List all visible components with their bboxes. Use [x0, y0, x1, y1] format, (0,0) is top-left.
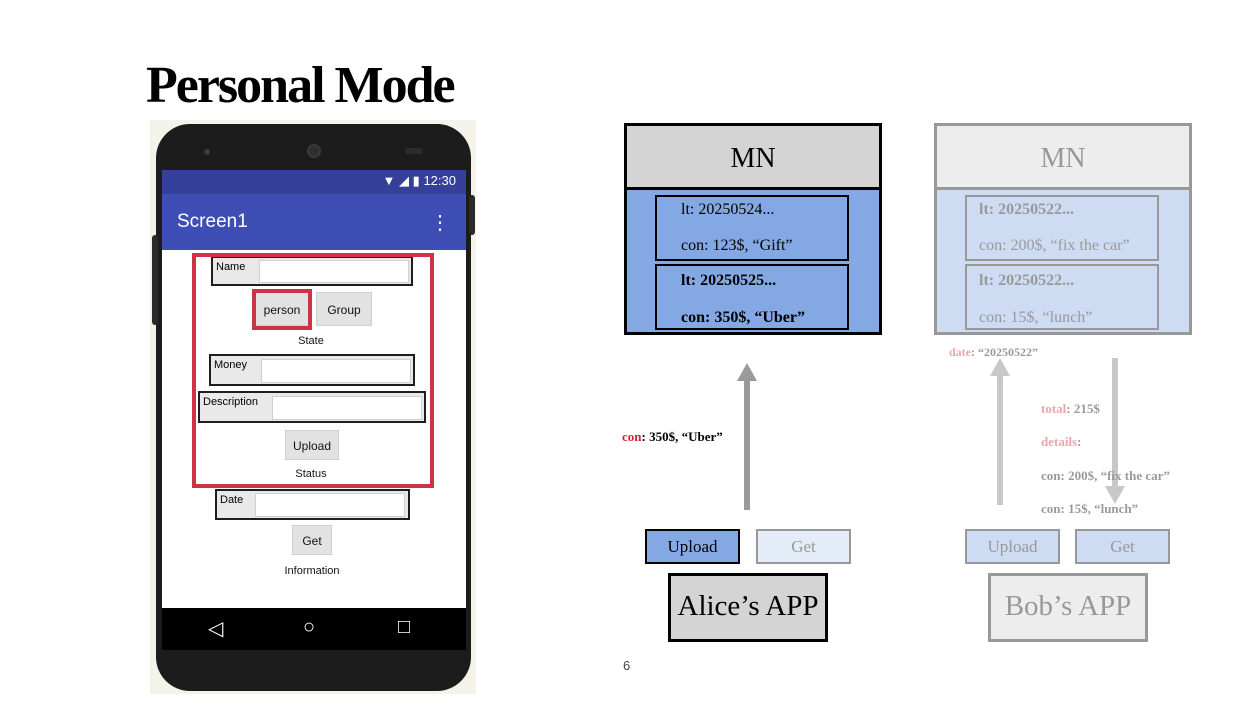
- bob-get-arrow: [1112, 358, 1118, 486]
- bob-total-key: total: [1041, 401, 1067, 416]
- bob-date-value: : “20250522”: [971, 345, 1038, 359]
- bob-details-value: :: [1077, 434, 1082, 449]
- bob-mn-header: MN: [934, 123, 1192, 190]
- bob-detail-line-2: con: 15$, “lunch”: [1041, 501, 1139, 516]
- bob-date-label: date: “20250522”: [949, 345, 1038, 360]
- bob-ledger-entry-1: lt: 20250522... con: 200$, “fix the car”: [965, 195, 1159, 261]
- bob-panel: MN lt: 20250522... con: 200$, “fix the c…: [0, 0, 1250, 706]
- bob-ledger-entry-2: lt: 20250522... con: 15$, “lunch”: [965, 264, 1159, 330]
- bob-get-button[interactable]: Get: [1075, 529, 1170, 564]
- bob-upload-arrow-head: [990, 358, 1010, 376]
- bob-details-key: details: [1041, 434, 1078, 449]
- bob-entry-2-lt: lt: 20250522...: [979, 272, 1075, 289]
- bob-date-key: date: [949, 345, 971, 359]
- bob-total-label: total: 215$: [1041, 401, 1100, 417]
- bob-app-box: Bob’s APP: [988, 573, 1148, 642]
- bob-entry-2-con: con: 15$, “lunch”: [979, 309, 1093, 326]
- bob-detail-line-1: con: 200$, “fix the car”: [1041, 468, 1170, 483]
- bob-details-label: details:: [1041, 434, 1081, 450]
- page-number: 6: [623, 658, 631, 673]
- bob-upload-button[interactable]: Upload: [965, 529, 1060, 564]
- bob-upload-arrow: [997, 375, 1003, 505]
- bob-mn-title: MN: [1040, 143, 1086, 174]
- bob-entry-1-lt: lt: 20250522...: [979, 201, 1075, 218]
- bob-entry-1-con: con: 200$, “fix the car”: [979, 237, 1130, 254]
- bob-total-value: : 215$: [1066, 401, 1100, 416]
